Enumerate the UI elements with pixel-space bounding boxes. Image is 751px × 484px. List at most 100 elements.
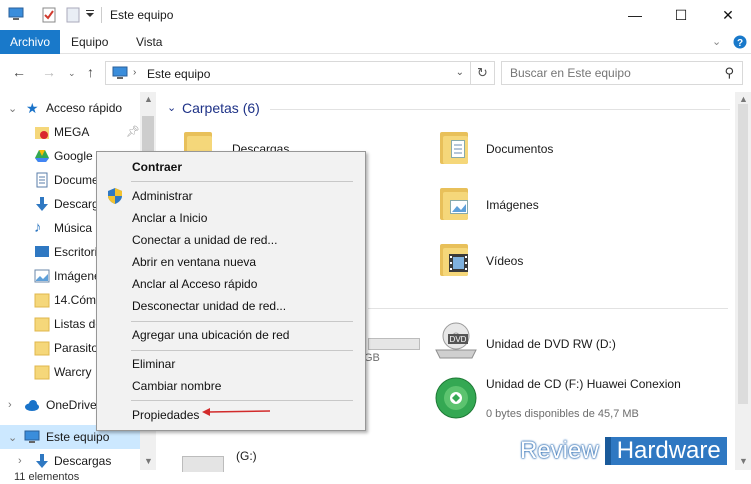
scroll-down-icon[interactable]: ▼ xyxy=(144,456,153,466)
annotation-arrow-icon xyxy=(202,408,271,416)
svg-text:DVD: DVD xyxy=(450,335,467,344)
sidebar-item-quick-access[interactable]: ⌄ ★ Acceso rápido xyxy=(0,96,140,120)
menu-separator xyxy=(131,350,353,351)
menu-item-label: Desconectar unidad de red... xyxy=(132,299,287,313)
chevron-right-icon[interactable]: › xyxy=(8,399,12,411)
download-arrow-icon xyxy=(36,197,48,211)
sidebar-item-label: Imágene xyxy=(54,269,101,283)
sidebar-item-downloads[interactable]: › Descargas xyxy=(0,449,140,470)
chevron-down-icon[interactable]: ⌄ xyxy=(8,102,17,115)
document-icon xyxy=(36,172,48,188)
menu-item-label: Contraer xyxy=(132,160,183,174)
back-arrow-icon[interactable]: ← xyxy=(12,64,26,80)
scroll-up-icon[interactable]: ▲ xyxy=(144,94,153,104)
breadcrumb-chevron-icon[interactable]: › xyxy=(133,67,136,78)
sidebar-item-label: Descargas xyxy=(54,454,112,468)
dvd-drive-icon[interactable]: DVD xyxy=(434,322,478,362)
menu-item-label: Cambiar nombre xyxy=(132,379,222,393)
menu-item-eliminar[interactable]: Eliminar xyxy=(97,353,365,375)
properties-icon[interactable] xyxy=(42,7,56,23)
watermark-review: Review xyxy=(520,437,599,464)
folder-icon xyxy=(34,293,50,308)
menu-item-anclar-acceso-rapido[interactable]: Anclar al Acceso rápido xyxy=(97,273,365,295)
menu-item-label: Administrar xyxy=(132,189,193,203)
menu-item-cambiar-nombre[interactable]: Cambiar nombre xyxy=(97,375,365,397)
recent-locations-icon[interactable]: ⌄ xyxy=(68,68,76,79)
customize-toolbar-icon[interactable] xyxy=(86,10,94,18)
tab-equipo[interactable]: Equipo xyxy=(61,30,118,54)
menu-item-label: Eliminar xyxy=(132,357,176,371)
menu-item-administrar[interactable]: Administrar xyxy=(97,185,365,207)
minimize-button[interactable]: — xyxy=(612,0,658,30)
divider xyxy=(101,7,102,23)
menu-item-label: Anclar al Acceso rápido xyxy=(132,277,258,291)
tab-vista[interactable]: Vista xyxy=(126,30,172,54)
context-menu: Contraer Administrar Anclar a Inicio Con… xyxy=(96,151,366,431)
chevron-right-icon[interactable]: › xyxy=(18,455,22,467)
document-overlay-icon xyxy=(451,140,465,158)
sidebar-item-label: Warcry xyxy=(54,365,92,379)
maximize-button[interactable]: ☐ xyxy=(658,0,704,30)
watermark-hardware: Hardware xyxy=(604,437,727,465)
sidebar-item-label: MEGA xyxy=(54,125,90,139)
documents-folder-icon[interactable] xyxy=(440,130,468,164)
menu-item-abrir-ventana-nueva[interactable]: Abrir en ventana nueva xyxy=(97,251,365,273)
drive-label[interactable]: (G:) xyxy=(236,449,257,463)
search-input[interactable] xyxy=(510,66,710,80)
menu-item-contraer[interactable]: Contraer xyxy=(97,156,365,178)
item-count: 11 elementos xyxy=(14,471,80,483)
folder-label[interactable]: Vídeos xyxy=(486,254,523,268)
picture-overlay-icon xyxy=(450,200,468,214)
forward-arrow-icon[interactable]: → xyxy=(42,64,56,80)
help-icon[interactable]: ? xyxy=(733,35,747,49)
scroll-up-icon[interactable]: ▲ xyxy=(739,94,748,104)
address-dropdown-icon[interactable]: ⌄ xyxy=(456,67,464,78)
star-icon: ★ xyxy=(26,100,39,116)
pictures-folder-icon[interactable] xyxy=(440,186,468,220)
scroll-down-icon[interactable]: ▼ xyxy=(739,456,748,466)
drive-label[interactable]: Unidad de CD (F:) Huawei Conexion xyxy=(486,376,686,392)
menu-item-label: Conectar a unidad de red... xyxy=(132,233,278,247)
drive-size-text: GB xyxy=(364,352,380,364)
watermark-logo: Review Hardware xyxy=(520,436,727,466)
folder-label[interactable]: Documentos xyxy=(486,142,553,156)
sidebar-item-label: Parasito xyxy=(54,341,99,355)
menu-item-label: Agregar una ubicación de red xyxy=(132,328,290,342)
ribbon-tabs: Archivo Equipo Vista ⌄ ? xyxy=(0,30,751,54)
drive-label[interactable]: Unidad de DVD RW (D:) xyxy=(486,337,616,351)
section-divider xyxy=(368,308,728,309)
title-bar: Este equipo — ☐ ✕ xyxy=(0,0,751,30)
status-bar: 11 elementos xyxy=(0,470,751,484)
sidebar-item-label: Música xyxy=(54,221,93,235)
up-arrow-icon[interactable]: ↑ xyxy=(87,64,94,80)
sidebar-item-mega[interactable]: MEGA 📌︎ xyxy=(0,120,140,144)
menu-separator xyxy=(131,400,353,401)
search-icon[interactable]: ⚲ xyxy=(724,65,734,81)
search-box[interactable]: ⚲ xyxy=(501,61,743,85)
folder-label[interactable]: Imágenes xyxy=(486,198,539,212)
sidebar-item-label: OneDrive xyxy=(46,398,97,412)
address-bar[interactable]: › Este equipo ⌄ xyxy=(105,61,471,85)
shield-icon xyxy=(108,188,122,204)
menu-item-anclar-inicio[interactable]: Anclar a Inicio xyxy=(97,207,365,229)
navigation-bar: ← → ⌄ ↑ › Este equipo ⌄ ↻ ⚲ xyxy=(0,56,751,88)
svg-text:?: ? xyxy=(737,38,743,49)
chevron-down-icon[interactable]: ⌄ xyxy=(167,101,176,114)
chevron-down-icon[interactable]: ⌄ xyxy=(8,431,17,444)
close-button[interactable]: ✕ xyxy=(705,0,751,30)
sidebar-item-label: Acceso rápido xyxy=(46,101,123,115)
cd-drive-icon[interactable] xyxy=(434,374,478,420)
tab-archivo[interactable]: Archivo xyxy=(0,30,61,54)
new-folder-icon[interactable] xyxy=(66,7,80,23)
refresh-button[interactable]: ↻ xyxy=(471,61,495,85)
videos-folder-icon[interactable] xyxy=(440,242,468,276)
menu-item-label: Propiedades xyxy=(132,408,200,422)
menu-item-label: Anclar a Inicio xyxy=(132,211,208,225)
content-scrollbar-thumb[interactable] xyxy=(738,104,748,404)
expand-ribbon-icon[interactable]: ⌄ xyxy=(712,35,721,48)
section-header-folders[interactable]: Carpetas (6) xyxy=(182,100,260,116)
menu-item-agregar-ubicacion-red[interactable]: Agregar una ubicación de red xyxy=(97,324,365,346)
menu-item-desconectar-unidad-red[interactable]: Desconectar unidad de red... xyxy=(97,295,365,317)
computer-icon[interactable] xyxy=(8,7,24,21)
menu-item-conectar-unidad-red[interactable]: Conectar a unidad de red... xyxy=(97,229,365,251)
